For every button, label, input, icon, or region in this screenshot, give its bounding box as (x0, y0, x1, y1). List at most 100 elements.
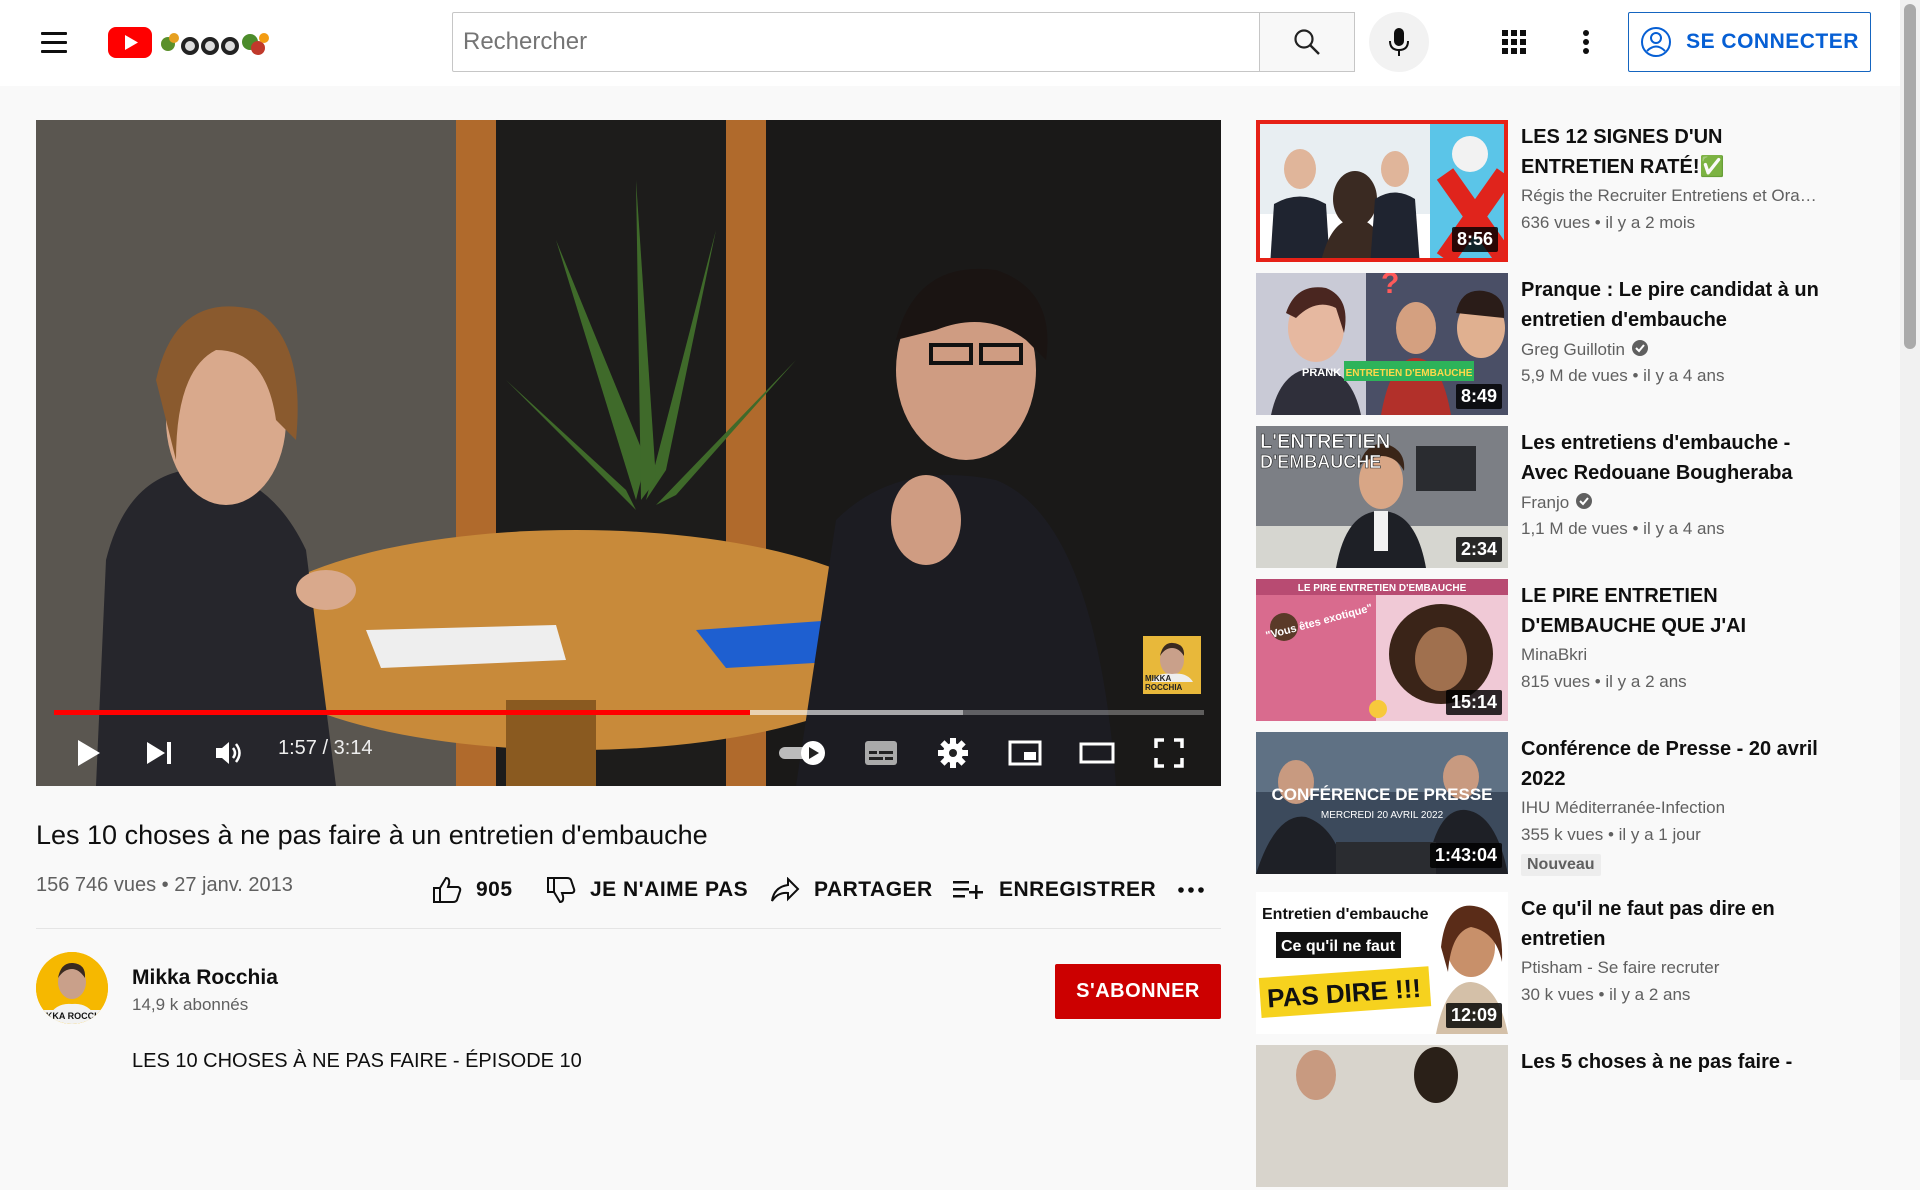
share-button[interactable]: PARTAGER (770, 870, 933, 910)
subtitles-icon (865, 741, 897, 765)
recommendation-title[interactable]: Les entretiens d'embauche - Avec Redouan… (1521, 428, 1836, 488)
thumbs-down-icon (547, 877, 576, 904)
account-icon (1641, 27, 1672, 57)
sign-in-label: SE CONNECTER (1686, 30, 1859, 53)
thumb-text: MERCREDI 20 AVRIL 2022 (1321, 810, 1444, 821)
recommendation-item[interactable]: Entretien d'embauche Ce qu'il ne faut PA… (1256, 892, 1836, 1037)
channel-avatar-image: IKKA ROCCH (36, 952, 108, 1024)
played-bar (54, 710, 750, 715)
like-count: 905 (476, 878, 513, 901)
masthead: SE CONNECTER (0, 0, 1920, 86)
progress-bar[interactable] (54, 710, 1204, 715)
recommendation-channel[interactable]: Ptisham - Se faire recruter (1521, 958, 1836, 978)
subscribe-button[interactable]: S'ABONNER (1055, 964, 1221, 1019)
save-button[interactable]: ENREGISTRER (953, 870, 1156, 910)
apps-grid-icon[interactable] (1494, 22, 1534, 62)
recommendation-meta: 30 k vues • il y a 2 ans (1521, 985, 1691, 1004)
recommendation-item[interactable]: LE PIRE ENTRETIEN D'EMBAUCHE "Vous êtes … (1256, 579, 1836, 724)
recommendation-meta: 815 vues • il y a 2 ans (1521, 672, 1687, 691)
divider (36, 928, 1221, 929)
video-thumbnail[interactable]: LE PIRE ENTRETIEN D'EMBAUCHE "Vous êtes … (1256, 579, 1508, 721)
video-player[interactable]: MIKKA ROCCHIA 1:57 / 3:14 (36, 120, 1221, 786)
gear-icon (938, 738, 968, 768)
settings-button[interactable] (930, 730, 976, 776)
miniplayer-icon (1008, 740, 1042, 766)
new-badge: Nouveau (1521, 854, 1601, 876)
recommendation-title[interactable]: Pranque : Le pire candidat à un entretie… (1521, 275, 1836, 335)
share-label: PARTAGER (814, 878, 933, 901)
recommendation-title[interactable]: Conférence de Presse - 20 avril 2022 (1521, 734, 1836, 794)
channel-name[interactable]: Mikka Rocchia (132, 966, 278, 990)
more-actions-button[interactable] (1176, 870, 1206, 910)
recommendation-title[interactable]: LES 12 SIGNES D'UN ENTRETIEN RATÉ!✅ (1521, 122, 1836, 182)
next-icon (147, 742, 171, 764)
more-horizontal-icon (1178, 887, 1204, 893)
recommendation-title[interactable]: Les 5 choses à ne pas faire - (1521, 1047, 1836, 1077)
watermark-label: MIKKA ROCCHIA (1145, 674, 1183, 692)
video-duration: 1:43:04 (1429, 843, 1502, 868)
recommendation-item[interactable]: ? PRANK ENTRETIEN D'EMBAUCHE 8:49 Pranqu… (1256, 273, 1836, 418)
more-options-icon[interactable] (1566, 22, 1606, 62)
verified-icon (1576, 493, 1593, 509)
thumbnail-image (1256, 1045, 1508, 1187)
doodle-logo-icon[interactable] (160, 22, 270, 60)
video-thumbnail[interactable]: 8:56 (1256, 120, 1508, 262)
recommendation-item[interactable]: L'ENTRETIEN D'EMBAUCHE 2:34 Les entretie… (1256, 426, 1836, 571)
avatar-label: IKKA ROCCH (43, 1011, 100, 1021)
recommendation-meta: 355 k vues • il y a 1 jour (1521, 825, 1701, 844)
video-thumbnail[interactable]: ? PRANK ENTRETIEN D'EMBAUCHE 8:49 (1256, 273, 1508, 415)
channel-watermark[interactable]: MIKKA ROCCHIA (1143, 636, 1201, 694)
miniplayer-button[interactable] (1002, 730, 1048, 776)
theater-mode-button[interactable] (1074, 730, 1120, 776)
play-button[interactable] (66, 730, 112, 776)
recommendation-title[interactable]: LE PIRE ENTRETIEN D'EMBAUCHE QUE J'AI PA… (1521, 581, 1836, 641)
sign-in-button[interactable]: SE CONNECTER (1628, 12, 1871, 72)
menu-icon[interactable] (30, 18, 78, 66)
subtitles-button[interactable] (858, 730, 904, 776)
recommendation-channel[interactable]: MinaBkri (1521, 645, 1836, 665)
youtube-play-logo-icon (108, 26, 152, 58)
thumbs-up-icon (433, 876, 462, 903)
recommendation-channel[interactable]: IHU Méditerranée-Infection (1521, 798, 1836, 818)
recommendation-item[interactable]: Les 5 choses à ne pas faire - (1256, 1045, 1836, 1190)
dislike-label: JE N'AIME PAS (590, 878, 749, 901)
fullscreen-button[interactable] (1146, 730, 1192, 776)
channel-label: Greg Guillotin (1521, 340, 1625, 359)
recommendation-title[interactable]: Ce qu'il ne faut pas dire en entretien (1521, 894, 1836, 954)
channel-avatar[interactable]: IKKA ROCCH (36, 952, 108, 1024)
video-thumbnail[interactable]: L'ENTRETIEN D'EMBAUCHE 2:34 (1256, 426, 1508, 568)
video-frame (36, 120, 1221, 786)
recommendation-channel[interactable]: Franjo (1521, 492, 1836, 513)
verified-icon (1631, 340, 1648, 356)
recommendation-channel[interactable]: Régis the Recruiter Entretiens et Ora… (1521, 186, 1836, 206)
recommendation-meta: 1,1 M de vues • il y a 4 ans (1521, 519, 1725, 538)
dislike-button[interactable]: JE N'AIME PAS (546, 870, 748, 910)
thumb-text: Entretien d'embauche (1262, 906, 1429, 923)
fullscreen-icon (1154, 738, 1184, 768)
like-button[interactable]: 905 (432, 870, 513, 910)
recommendation-item[interactable]: 8:56 LES 12 SIGNES D'UN ENTRETIEN RATÉ!✅… (1256, 120, 1836, 265)
recommendation-channel[interactable]: Greg Guillotin (1521, 339, 1836, 360)
autoplay-toggle[interactable] (776, 730, 832, 776)
play-icon (78, 740, 100, 766)
video-duration: 12:09 (1445, 1003, 1502, 1028)
thumb-text: D'EMBAUCHE (1260, 452, 1381, 472)
search-button[interactable] (1259, 12, 1355, 72)
search-input[interactable] (452, 12, 1260, 72)
video-duration: 8:56 (1451, 227, 1498, 252)
recommendation-item[interactable]: CONFÉRENCE DE PRESSE MERCREDI 20 AVRIL 2… (1256, 732, 1836, 877)
page-scrollbar-thumb[interactable] (1904, 4, 1916, 349)
video-thumbnail[interactable] (1256, 1045, 1508, 1187)
voice-search-button[interactable] (1369, 12, 1429, 72)
video-description: LES 10 CHOSES À NE PAS FAIRE - ÉPISODE 1… (132, 1050, 582, 1072)
share-icon (771, 877, 800, 902)
thumb-text: L'ENTRETIEN (1260, 431, 1390, 453)
recommendation-meta: 5,9 M de vues • il y a 4 ans (1521, 366, 1725, 385)
video-duration: 15:14 (1445, 690, 1502, 715)
video-thumbnail[interactable]: CONFÉRENCE DE PRESSE MERCREDI 20 AVRIL 2… (1256, 732, 1508, 874)
next-button[interactable] (136, 730, 182, 776)
video-thumbnail[interactable]: Entretien d'embauche Ce qu'il ne faut PA… (1256, 892, 1508, 1034)
thumb-text: PRANK (1302, 367, 1341, 379)
thumb-text: Ce qu'il ne faut (1281, 938, 1396, 955)
volume-button[interactable] (206, 730, 252, 776)
